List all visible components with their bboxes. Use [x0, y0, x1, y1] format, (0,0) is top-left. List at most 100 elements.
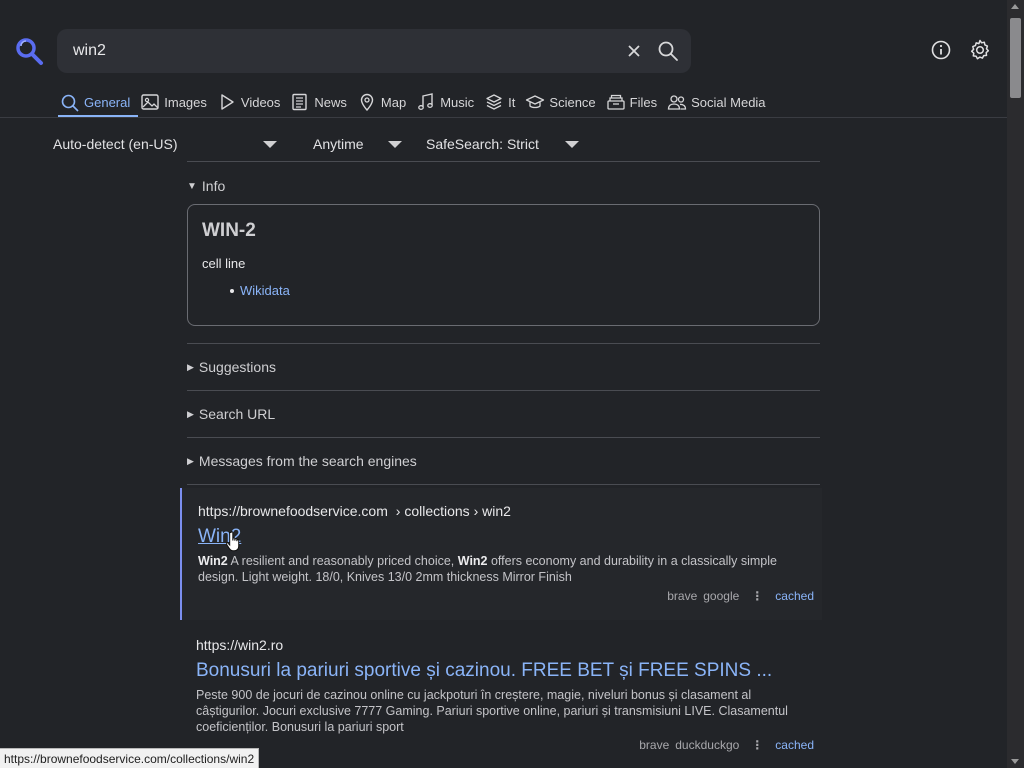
- close-icon[interactable]: [624, 41, 644, 61]
- header-divider: [0, 117, 1007, 118]
- engine-name: brave: [667, 589, 698, 603]
- result-url[interactable]: https://brownefoodservice.com › collecti…: [198, 503, 511, 519]
- search-results-page: General Images Videos News Map Music It: [0, 0, 1024, 768]
- chevron-down-icon: [387, 140, 402, 148]
- info-toggle-label: Info: [201, 178, 226, 194]
- layers-icon: [486, 94, 502, 110]
- scroll-down-arrow-icon[interactable]: [1011, 759, 1019, 764]
- search-url-toggle[interactable]: ▶ Search URL: [187, 406, 275, 422]
- engine-name: duckduckgo: [675, 738, 740, 752]
- tab-label: Music: [440, 94, 475, 110]
- result-title-link[interactable]: Bonusuri la pariuri sportive și cazinou.…: [196, 660, 772, 682]
- tab-music[interactable]: Music: [414, 90, 482, 114]
- result-snippet: Win2 A resilient and reasonably priced c…: [198, 553, 818, 585]
- divider: [187, 484, 820, 485]
- tab-label: Social Media: [691, 94, 766, 110]
- more-vertical-icon: ⋮: [751, 738, 764, 752]
- gear-icon[interactable]: [968, 38, 992, 62]
- snippet-text: A resilient and reasonably priced choice…: [227, 554, 458, 568]
- divider: [187, 343, 820, 344]
- infobox-title: WIN-2: [202, 220, 256, 241]
- search-result: https://brownefoodservice.com › collecti…: [180, 488, 822, 620]
- more-vertical-icon: ⋮: [751, 589, 764, 603]
- engine-name: google: [703, 589, 740, 603]
- result-url-domain: https://brownefoodservice.com: [198, 503, 388, 519]
- snippet-highlight: Win2: [457, 554, 488, 568]
- search-result: https://win2.ro Bonusuri la pariuri spor…: [180, 630, 822, 760]
- suggestions-label: Suggestions: [198, 359, 276, 375]
- infobox-link-item: Wikidata: [230, 283, 290, 298]
- graduation-cap-icon: [526, 95, 545, 109]
- cached-link[interactable]: cached: [775, 589, 814, 603]
- browser-status-bar: https://brownefoodservice.com/collection…: [0, 748, 260, 768]
- divider: [187, 437, 820, 438]
- snippet-highlight: Win2: [198, 554, 228, 568]
- result-url[interactable]: https://win2.ro: [196, 637, 283, 653]
- time-range-select-value: Anytime: [313, 136, 364, 152]
- logo-magnifier-icon[interactable]: [14, 36, 44, 66]
- tab-general[interactable]: General: [58, 90, 139, 117]
- scrollbar-thumb[interactable]: [1010, 18, 1021, 98]
- tab-videos[interactable]: Videos: [215, 90, 289, 114]
- people-icon: [667, 95, 687, 110]
- hand-pointer-cursor-icon: [226, 531, 240, 552]
- result-snippet: Peste 900 de jocuri de cazinou online cu…: [196, 688, 788, 734]
- tab-label: Files: [629, 94, 658, 110]
- chevron-down-icon: [564, 140, 579, 148]
- tab-images[interactable]: Images: [138, 90, 215, 114]
- scroll-up-arrow-icon[interactable]: [1011, 4, 1019, 9]
- time-range-select[interactable]: Anytime: [313, 136, 402, 152]
- play-icon: [221, 94, 234, 110]
- language-select[interactable]: Auto-detect (en-US): [53, 136, 277, 152]
- music-note-icon: [418, 93, 434, 110]
- info-icon[interactable]: [930, 39, 952, 61]
- search-box: [57, 29, 691, 73]
- search-icon[interactable]: [657, 40, 679, 62]
- tab-files[interactable]: Files: [604, 90, 665, 114]
- info-toggle[interactable]: ▼ Info: [187, 178, 225, 194]
- language-select-value: Auto-detect (en-US): [53, 136, 178, 152]
- cached-link[interactable]: cached: [775, 738, 814, 752]
- result-engines: brave google ⋮ cached: [667, 589, 814, 603]
- category-tabs: General Images Videos News Map Music It: [58, 90, 774, 118]
- infobox-description: cell line: [202, 256, 246, 271]
- tab-label: Videos: [240, 94, 281, 110]
- chevron-down-icon: [262, 140, 277, 148]
- search-input[interactable]: [71, 39, 611, 63]
- tab-map[interactable]: Map: [355, 90, 414, 114]
- triangle-down-icon: ▼: [187, 180, 197, 192]
- safesearch-select[interactable]: SafeSearch: Strict: [426, 136, 579, 152]
- tab-label: Map: [380, 94, 407, 110]
- tab-label: News: [314, 94, 347, 110]
- infobox: WIN-2 cell line Wikidata: [187, 204, 820, 326]
- engine-messages-toggle[interactable]: ▶ Messages from the search engines: [187, 453, 417, 469]
- file-tray-icon: [607, 94, 625, 110]
- tab-label: It: [508, 94, 516, 110]
- divider: [187, 161, 820, 162]
- tab-social-media[interactable]: Social Media: [665, 90, 773, 114]
- triangle-right-icon: ▶: [187, 408, 194, 419]
- triangle-right-icon: ▶: [187, 455, 194, 466]
- vertical-scrollbar[interactable]: [1007, 0, 1024, 768]
- tab-label: General: [84, 95, 131, 110]
- tab-label: Images: [164, 94, 207, 110]
- result-url-path: › collections › win2: [395, 503, 511, 519]
- tab-it[interactable]: It: [482, 90, 523, 114]
- map-pin-icon: [360, 93, 374, 112]
- result-engines: brave duckduckgo ⋮ cached: [639, 738, 814, 752]
- engine-messages-label: Messages from the search engines: [198, 453, 417, 469]
- image-icon: [141, 94, 159, 110]
- suggestions-toggle[interactable]: ▶ Suggestions: [187, 359, 276, 375]
- tab-label: Science: [549, 94, 596, 110]
- triangle-right-icon: ▶: [187, 361, 194, 372]
- wikidata-link[interactable]: Wikidata: [240, 283, 290, 298]
- bullet: [230, 288, 234, 293]
- tab-news[interactable]: News: [288, 90, 355, 114]
- newspaper-icon: [292, 93, 308, 111]
- engine-name: brave: [639, 738, 670, 752]
- search-icon: [61, 94, 79, 112]
- divider: [187, 390, 820, 391]
- tab-science[interactable]: Science: [523, 90, 603, 114]
- safesearch-select-value: SafeSearch: Strict: [426, 136, 539, 152]
- search-url-label: Search URL: [198, 406, 276, 422]
